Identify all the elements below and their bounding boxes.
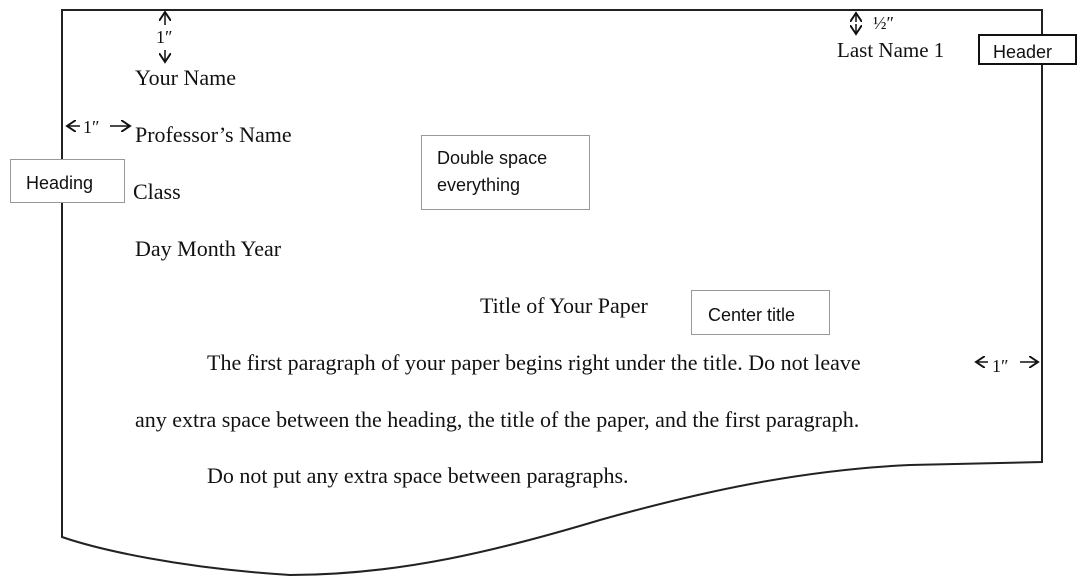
header-margin-label: ½″ — [873, 13, 894, 33]
heading-professor: Professor’s Name — [135, 122, 292, 147]
paper-title: Title of Your Paper — [480, 293, 648, 318]
center-title-callout: Center title — [691, 290, 830, 335]
left-margin-label: 1″ — [83, 117, 100, 137]
mla-format-diagram: 1″ 1″ 1″ ½″ Last Name 1 Header Your Name… — [0, 0, 1084, 583]
body-line-1: The first paragraph of your paper begins… — [207, 350, 861, 375]
body-line-2: any extra space between the heading, the… — [135, 407, 860, 432]
spacing-callout: Double space everything — [421, 135, 590, 210]
header-callout: Header — [978, 34, 1077, 65]
right-margin-label: 1″ — [992, 356, 1009, 376]
heading-callout: Heading — [10, 159, 125, 203]
running-header: Last Name 1 — [837, 38, 945, 62]
top-margin-label: 1″ — [156, 27, 173, 47]
heading-name: Your Name — [135, 65, 237, 90]
body-line-3: Do not put any extra space between parag… — [207, 463, 629, 488]
heading-date: Day Month Year — [135, 236, 282, 261]
heading-class: Class — [133, 179, 181, 204]
